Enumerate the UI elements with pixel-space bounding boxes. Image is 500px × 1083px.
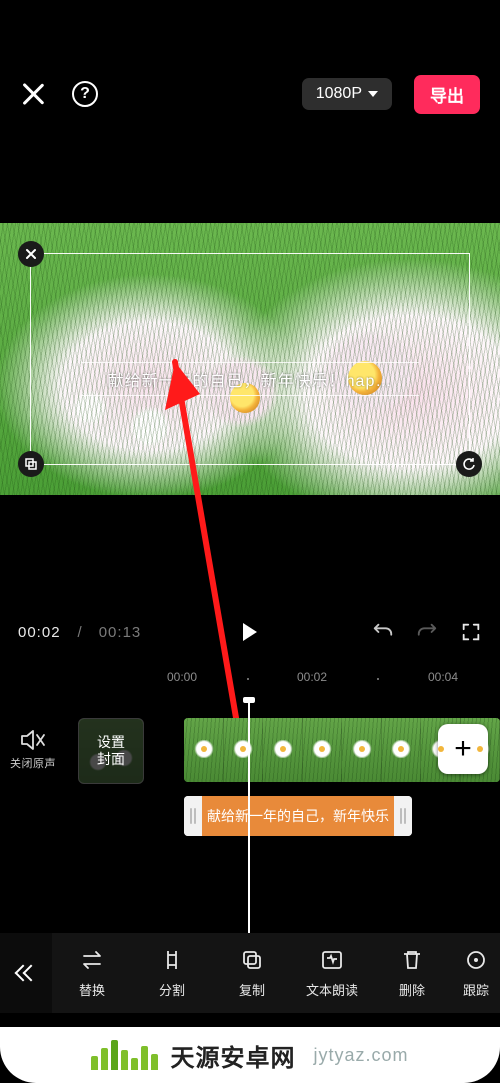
brand-name: 天源安卓网 xyxy=(170,1038,295,1073)
ruler-tick: 00:02 xyxy=(297,670,327,684)
ruler-dot xyxy=(377,678,379,680)
total-duration: 00:13 xyxy=(99,624,142,641)
toolbar-label: 分割 xyxy=(159,980,185,999)
toolbar-replace[interactable]: 替换 xyxy=(52,947,132,999)
play-button[interactable] xyxy=(243,623,257,641)
export-button[interactable]: 导出 xyxy=(414,75,480,114)
timeline[interactable]: 关闭原声 设置 封面 + xyxy=(0,700,500,900)
overlay-rotate-handle[interactable] xyxy=(456,451,482,477)
toolbar-split[interactable]: 分割 xyxy=(132,947,212,999)
text-overlay-content: 献给新一年的自己，新年快乐！hap… xyxy=(108,367,393,391)
caption-right-handle[interactable] xyxy=(394,796,412,836)
close-button[interactable] xyxy=(20,81,46,107)
video-frame-thumb xyxy=(184,718,224,782)
playback-controls-right xyxy=(372,621,482,643)
toolbar-delete[interactable]: 删除 xyxy=(372,947,452,999)
app-root: ? 1080P 导出 献给新一年的自己，新年快乐！hap… xyxy=(0,0,500,1083)
text-overlay[interactable]: 献给新一年的自己，新年快乐！hap… xyxy=(81,362,419,396)
plus-icon: + xyxy=(454,732,472,766)
toolbar-items: 替换 分割 复制 文本朗读 xyxy=(52,947,500,999)
annotation-arrow xyxy=(0,0,500,1083)
resolution-dropdown[interactable]: 1080P xyxy=(302,78,392,110)
toolbar-label: 删除 xyxy=(399,980,425,999)
export-label: 导出 xyxy=(430,87,464,106)
redo-button[interactable] xyxy=(416,621,438,643)
current-time: 00:02 xyxy=(18,624,61,641)
video-frame-thumb xyxy=(224,718,264,782)
playback-bar: 00:02 / 00:13 xyxy=(0,612,500,652)
caption-clip-body[interactable]: 献给新一年的自己，新年快乐 xyxy=(202,796,394,836)
toolbar-copy[interactable]: 复制 xyxy=(212,947,292,999)
video-frame-thumb xyxy=(342,718,382,782)
delete-icon xyxy=(399,947,425,973)
playhead[interactable] xyxy=(248,700,250,960)
text-selection-box[interactable]: 献给新一年的自己，新年快乐！hap… xyxy=(30,253,470,465)
overlay-delete-handle[interactable] xyxy=(18,241,44,267)
time-separator: / xyxy=(75,624,85,641)
chevron-down-icon xyxy=(368,91,378,97)
toolbar-text-to-speech[interactable]: 文本朗读 xyxy=(292,947,372,999)
video-frame-thumb xyxy=(382,718,422,782)
mute-original-audio-button[interactable]: 关闭原声 xyxy=(0,718,66,782)
brand-domain: jytyaz.com xyxy=(313,1045,408,1066)
caption-left-handle[interactable] xyxy=(184,796,202,836)
replace-icon xyxy=(79,947,105,973)
speaker-muted-icon xyxy=(20,729,46,751)
toolbar-label: 文本朗读 xyxy=(306,980,358,999)
video-frame-thumb xyxy=(303,718,343,782)
double-chevron-left-icon xyxy=(15,962,37,984)
toolbar-label: 复制 xyxy=(239,980,265,999)
caption-text: 献给新一年的自己，新年快乐 xyxy=(207,806,389,826)
undo-button[interactable] xyxy=(372,621,394,643)
overlay-copy-handle[interactable] xyxy=(18,451,44,477)
brand-logo-icon xyxy=(91,1040,158,1070)
header-bar: ? 1080P 导出 xyxy=(0,72,500,116)
toolbar-follow[interactable]: 跟踪 xyxy=(452,947,500,999)
ruler-tick: 00:00 xyxy=(167,670,197,684)
cover-label: 设置 封面 xyxy=(79,719,143,783)
help-button[interactable]: ? xyxy=(72,81,98,107)
fullscreen-button[interactable] xyxy=(460,621,482,643)
toolbar-back-button[interactable] xyxy=(0,933,52,1013)
header-left: ? xyxy=(20,81,98,107)
mute-label: 关闭原声 xyxy=(10,755,56,771)
bottom-toolbar: 替换 分割 复制 文本朗读 xyxy=(0,933,500,1013)
video-frame-thumb xyxy=(263,718,303,782)
tts-icon xyxy=(319,947,345,973)
video-preview[interactable]: 献给新一年的自己，新年快乐！hap… xyxy=(0,223,500,495)
toolbar-label: 跟踪 xyxy=(463,980,489,999)
source-watermark: 天源安卓网 jytyaz.com xyxy=(0,1027,500,1083)
ruler-dot xyxy=(247,678,249,680)
toolbar-label: 替换 xyxy=(79,980,105,999)
time-ruler[interactable]: 00:00 00:02 00:04 xyxy=(0,670,500,690)
copy-icon xyxy=(239,947,265,973)
resolution-label: 1080P xyxy=(316,85,362,103)
set-cover-button[interactable]: 设置 封面 xyxy=(78,718,144,784)
split-icon xyxy=(159,947,185,973)
ruler-tick: 00:04 xyxy=(428,670,458,684)
caption-clip[interactable]: 献给新一年的自己，新年快乐 xyxy=(184,796,412,836)
follow-icon xyxy=(463,947,489,973)
